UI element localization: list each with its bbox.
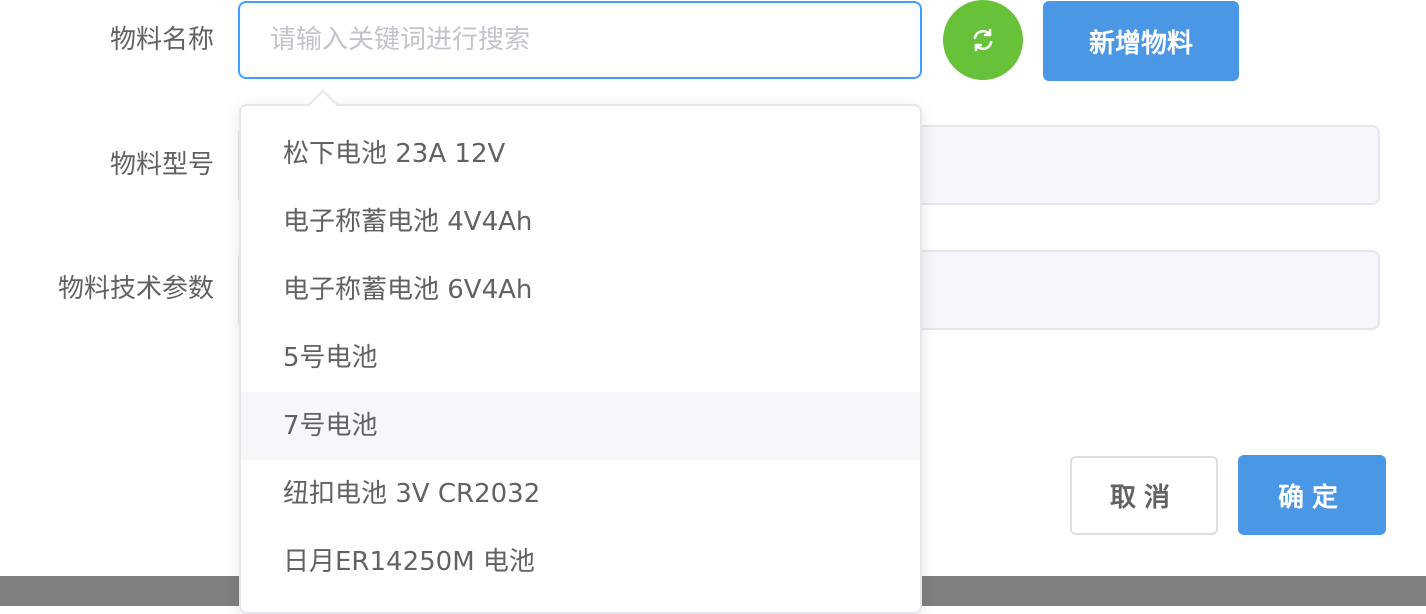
suggestion-item[interactable]: 日月ER14250M 电池	[241, 528, 920, 596]
cancel-button[interactable]: 取消	[1070, 456, 1218, 535]
refresh-icon	[970, 27, 996, 53]
suggestion-item-highlighted[interactable]: 7号电池	[241, 392, 920, 460]
add-material-button[interactable]: 新增物料	[1043, 1, 1239, 81]
confirm-button[interactable]: 确定	[1238, 455, 1386, 535]
suggestion-item[interactable]: 电子称蓄电池 4V4Ah	[241, 188, 920, 256]
material-name-label: 物料名称	[109, 25, 214, 55]
material-specs-label: 物料技术参数	[57, 274, 214, 304]
suggestion-item[interactable]: 电子称蓄电池 6V4Ah	[241, 256, 920, 324]
search-suggestions-dropdown: 松下电池 23A 12V 电子称蓄电池 4V4Ah 电子称蓄电池 6V4Ah 5…	[239, 104, 922, 614]
suggestion-item[interactable]: 纽扣电池 3V CR2032	[241, 460, 920, 528]
suggestion-item[interactable]: 5号电池	[241, 324, 920, 392]
material-model-label: 物料型号	[109, 150, 214, 180]
refresh-button[interactable]	[943, 0, 1023, 80]
material-search-input[interactable]	[238, 1, 922, 79]
suggestion-item[interactable]: 松下电池 23A 12V	[241, 120, 920, 188]
